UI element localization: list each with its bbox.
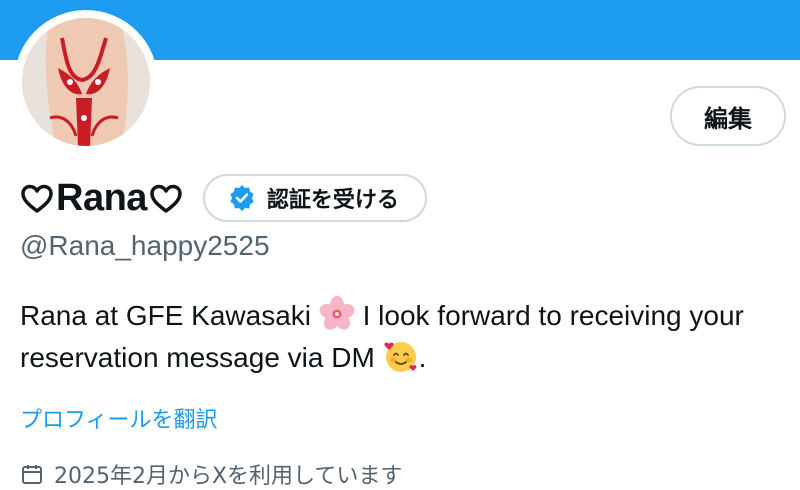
edit-profile-button[interactable]: 編集 (670, 86, 786, 146)
display-name: Rana (20, 177, 183, 220)
get-verified-button[interactable]: 認証を受ける (202, 174, 427, 222)
joined-date-row: 2025年2月からXを利用しています (20, 458, 402, 490)
name-row: Rana 認証を受ける (20, 172, 427, 224)
verified-badge-icon (230, 185, 254, 211)
bio-text: . (418, 342, 427, 373)
display-name-text: Rana (56, 176, 147, 219)
joined-date-text: 2025年2月からXを利用しています (54, 464, 403, 489)
avatar-image (22, 18, 150, 146)
profile-handle: @Rana_happy2525 (20, 230, 270, 261)
calendar-icon (22, 465, 42, 484)
profile-bio: Rana at GFE Kawasaki I look forward to r… (20, 295, 790, 379)
profile-avatar[interactable] (14, 10, 158, 154)
heart-outline-icon (21, 184, 53, 213)
bio-text: Rana at GFE Kawasaki (20, 300, 319, 331)
smiling-face-with-hearts-icon (384, 342, 416, 372)
get-verified-label: 認証を受ける (266, 187, 399, 212)
heart-outline-icon (150, 184, 182, 213)
translate-profile-link[interactable]: プロフィールを翻訳 (20, 402, 218, 434)
cherry-blossom-icon (319, 296, 355, 330)
